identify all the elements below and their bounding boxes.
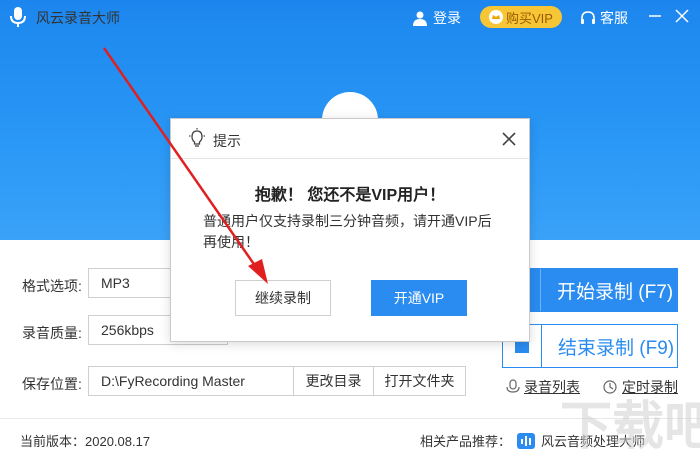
end-divider bbox=[541, 325, 542, 367]
audio-product-icon bbox=[517, 432, 536, 449]
dialog-close-icon[interactable] bbox=[499, 129, 519, 149]
minimize-icon[interactable] bbox=[645, 6, 665, 26]
login-label: 登录 bbox=[433, 10, 461, 26]
vip-prompt-dialog: 提示 抱歉！ 您还不是VIP用户！ 普通用户仅支持录制三分钟音频，请开通VIP后… bbox=[170, 118, 530, 342]
format-label: 格式选项: bbox=[22, 278, 82, 294]
open-vip-button[interactable]: 开通VIP bbox=[371, 280, 467, 316]
watermark-logo: 下载吧 bbox=[560, 397, 700, 457]
change-directory-label: 更改目录 bbox=[305, 373, 362, 389]
open-folder-label: 打开文件夹 bbox=[384, 373, 455, 389]
quality-label: 录音质量: bbox=[22, 325, 82, 341]
dialog-title: 提示 bbox=[213, 133, 241, 149]
dialog-heading: 抱歉！ 您还不是VIP用户！ bbox=[254, 187, 446, 204]
start-recording-label: 开始录制 (F7) bbox=[557, 281, 674, 303]
dialog-message: 普通用户仅支持录制三分钟音频，请开通VIP后再使用！ bbox=[203, 213, 492, 250]
headset-icon bbox=[580, 10, 596, 26]
app-title: 风云录音大师 bbox=[36, 10, 120, 26]
continue-recording-button[interactable]: 继续录制 bbox=[235, 280, 331, 316]
service-label: 客服 bbox=[600, 10, 628, 26]
close-icon[interactable] bbox=[672, 6, 692, 26]
end-recording-label: 结束录制 (F9) bbox=[558, 337, 675, 359]
mic-icon bbox=[506, 379, 520, 395]
login-button[interactable]: 登录 bbox=[412, 8, 461, 28]
app-logo-icon bbox=[8, 6, 28, 28]
crown-icon bbox=[489, 10, 504, 24]
format-value: MP3 bbox=[101, 275, 130, 291]
open-vip-label: 开通VIP bbox=[393, 290, 445, 306]
quality-value: 256kbps bbox=[101, 322, 154, 338]
service-button[interactable]: 客服 bbox=[580, 8, 628, 28]
buy-vip-button[interactable]: 购买VIP bbox=[480, 6, 562, 28]
svg-text:下载吧: 下载吧 bbox=[560, 397, 700, 457]
save-location-label: 保存位置: bbox=[22, 376, 82, 392]
save-path-field[interactable]: D:\FyRecording Master bbox=[88, 366, 294, 396]
open-folder-button[interactable]: 打开文件夹 bbox=[373, 366, 466, 396]
dialog-header: 提示 bbox=[171, 119, 529, 159]
continue-recording-label: 继续录制 bbox=[255, 290, 311, 306]
user-icon bbox=[412, 10, 428, 26]
related-products-label: 相关产品推荐： bbox=[420, 434, 512, 449]
change-directory-button[interactable]: 更改目录 bbox=[293, 366, 374, 396]
lightbulb-icon bbox=[187, 128, 207, 150]
buy-vip-label: 购买VIP bbox=[506, 10, 553, 26]
save-path-value: D:\FyRecording Master bbox=[101, 373, 245, 389]
version-text: 当前版本：2020.08.17 bbox=[20, 434, 151, 449]
